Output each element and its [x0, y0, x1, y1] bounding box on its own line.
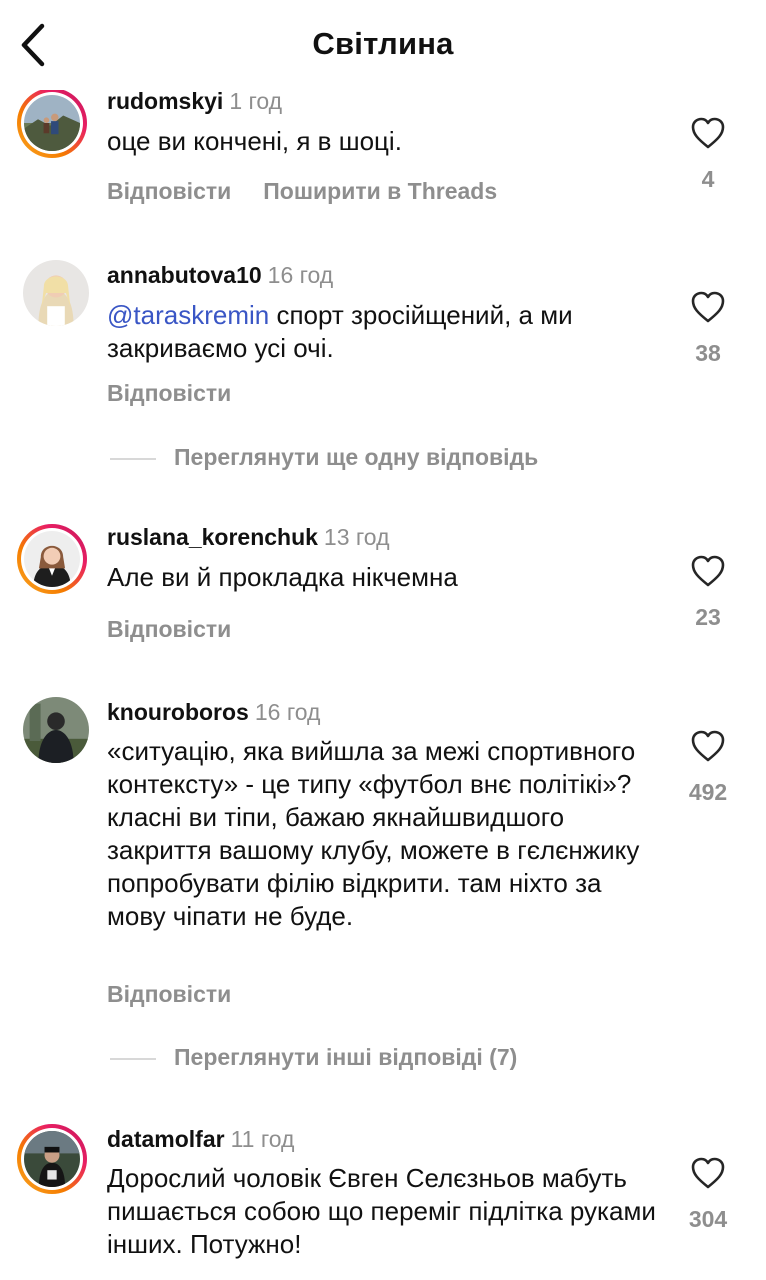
like-control: 23 — [680, 554, 736, 631]
comment-text: @taraskremin спорт зросійщений, а ми зак… — [107, 299, 667, 365]
heart-outline-icon[interactable] — [690, 1156, 726, 1190]
comment-time: 13 год — [323, 524, 390, 550]
like-control: 38 — [680, 290, 736, 367]
heart-outline-icon[interactable] — [690, 554, 726, 588]
comment-username[interactable]: ruslana_korenchuk — [107, 524, 318, 550]
heart-outline-icon[interactable] — [690, 116, 726, 150]
divider — [110, 457, 156, 460]
reply-button[interactable]: Відповісти — [107, 616, 231, 642]
comment-username[interactable]: rudomskyi — [107, 88, 223, 114]
view-replies-button[interactable]: Переглянути ще одну відповідь — [110, 444, 538, 471]
avatar[interactable] — [23, 697, 89, 763]
like-count: 38 — [695, 340, 721, 366]
view-replies-label: Переглянути ще одну відповідь — [174, 444, 539, 470]
heart-outline-icon[interactable] — [690, 290, 726, 324]
comment-time: 16 год — [254, 699, 321, 725]
reply-button[interactable]: Відповісти — [107, 981, 231, 1007]
comment-time: 11 год — [230, 1126, 295, 1152]
like-count: 492 — [688, 779, 728, 805]
avatar[interactable] — [17, 1124, 87, 1194]
reply-button[interactable]: Відповісти — [107, 380, 231, 406]
comment-time: 1 год — [229, 88, 283, 114]
comment-text: оце ви кончені, я в шоці. — [107, 126, 402, 156]
mention-link[interactable]: @taraskremin — [107, 300, 269, 330]
comment-text: Але ви й прокладка нікчемна — [107, 562, 458, 592]
comment-username[interactable]: annabutova10 — [107, 262, 262, 288]
view-replies-button[interactable]: Переглянути інші відповіді (7) — [110, 1044, 517, 1071]
avatar[interactable] — [17, 88, 87, 158]
divider — [110, 1057, 156, 1060]
like-count: 4 — [701, 166, 715, 192]
comment-username[interactable]: knouroboros — [107, 699, 249, 725]
share-threads-button[interactable]: Поширити в Threads — [263, 178, 497, 204]
heart-outline-icon[interactable] — [690, 729, 726, 763]
like-control: 304 — [680, 1156, 736, 1233]
page-title: Світлина — [312, 26, 454, 61]
avatar[interactable] — [17, 524, 87, 594]
like-count: 304 — [688, 1206, 728, 1232]
view-replies-label: Переглянути інші відповіді (7) — [174, 1044, 518, 1070]
reply-button[interactable]: Відповісти — [107, 178, 231, 204]
like-control: 492 — [680, 729, 736, 806]
like-count: 23 — [695, 604, 721, 630]
comment-text: Дорослий чоловік Євген Селєзньов мабуть … — [107, 1163, 656, 1259]
like-control: 4 — [680, 116, 736, 193]
comment-text: «ситуацію, яка вийшла за межі спортивног… — [107, 736, 640, 931]
avatar[interactable] — [23, 260, 89, 326]
comment-username[interactable]: datamolfar — [107, 1126, 225, 1152]
top-bar: Світлина — [0, 0, 766, 90]
comment-time: 16 год — [267, 262, 334, 288]
